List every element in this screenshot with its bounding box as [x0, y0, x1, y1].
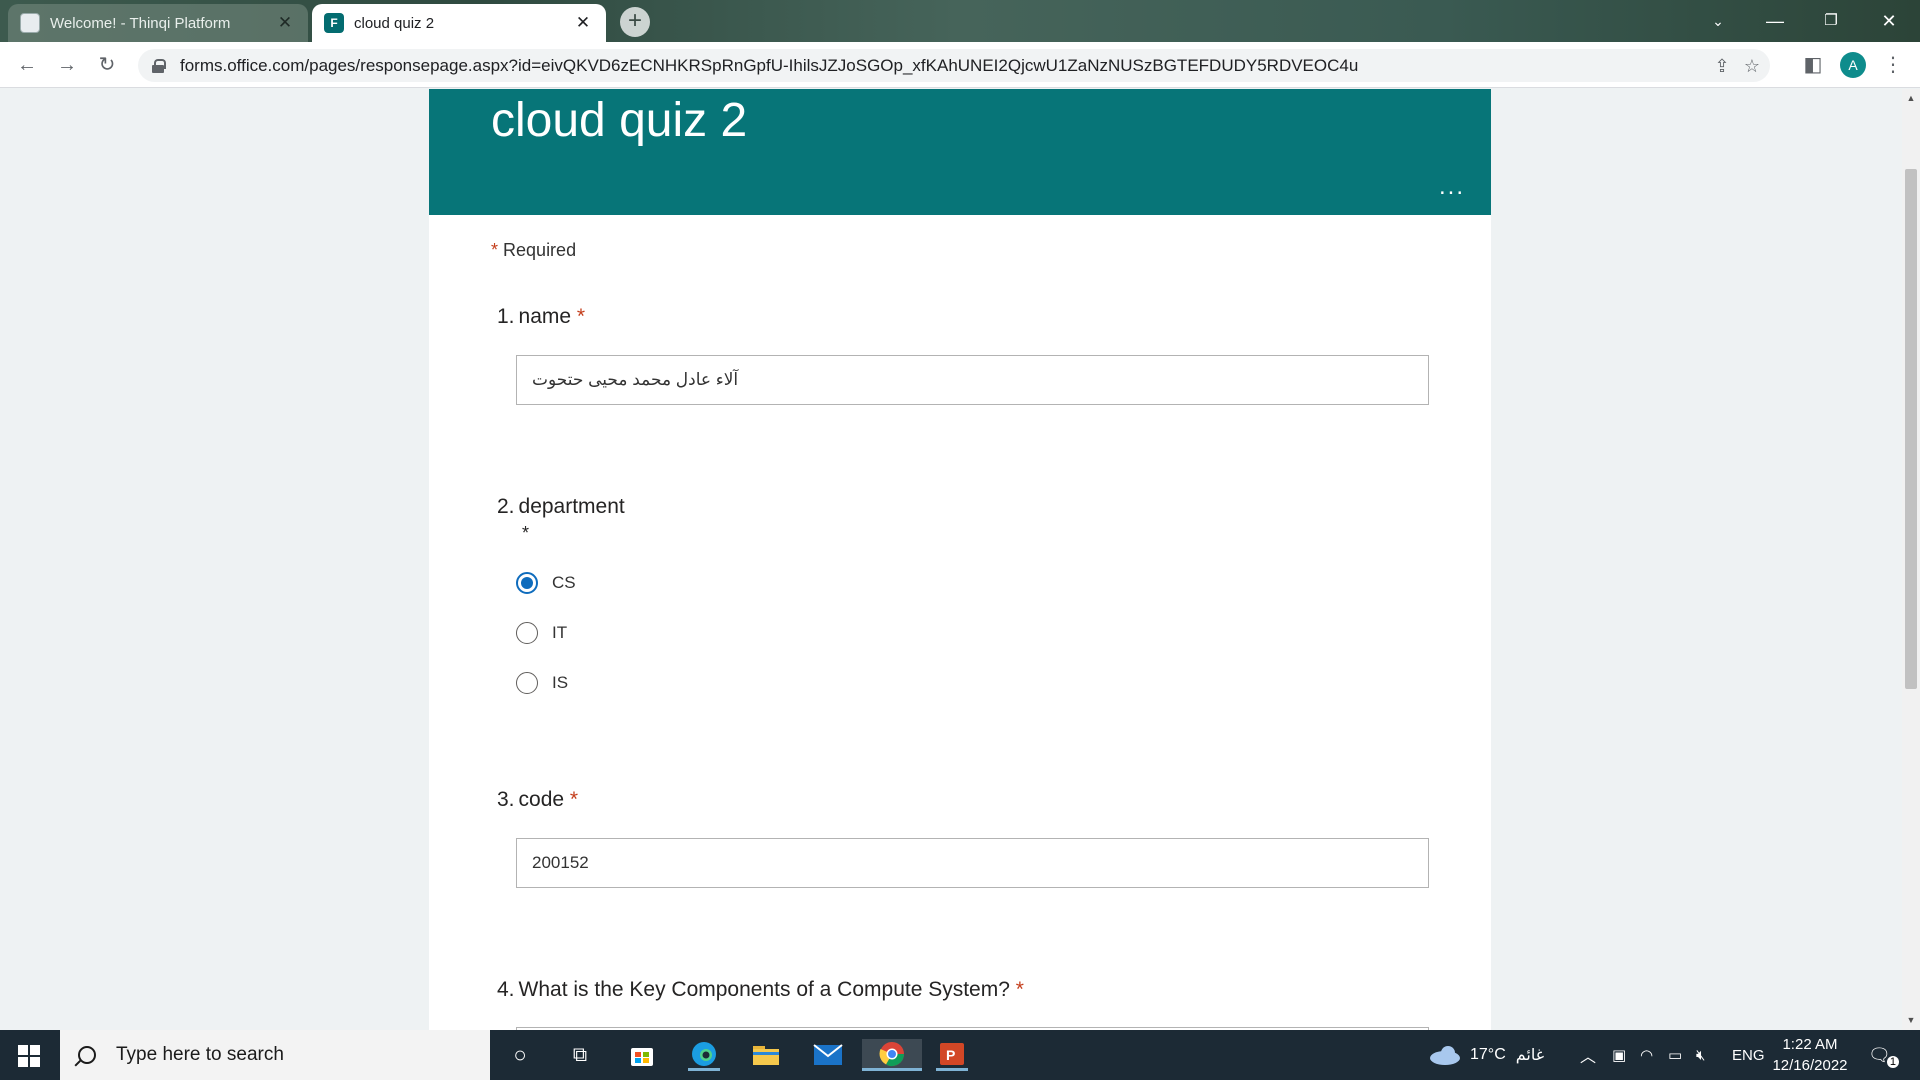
address-bar[interactable]: forms.office.com/pages/responsepage.aspx…: [138, 49, 1770, 82]
radio-button[interactable]: [516, 622, 538, 644]
forward-icon[interactable]: →: [52, 50, 82, 80]
required-star: *: [522, 523, 530, 543]
question-label: What is the Key Components of a Compute …: [518, 978, 1010, 1001]
more-options-icon[interactable]: ...: [1439, 175, 1465, 199]
forms-favicon-icon: F: [324, 13, 344, 33]
question-3-title: 3. code *: [497, 788, 579, 811]
form-title: cloud quiz 2: [491, 94, 748, 147]
question-1-title: 1. name *: [497, 305, 586, 328]
back-icon[interactable]: ←: [12, 50, 42, 80]
question-label: code: [518, 788, 565, 811]
search-icon: [78, 1046, 96, 1064]
show-hidden-icons-chevron-icon[interactable]: ︿: [1580, 1030, 1596, 1080]
task-view-icon[interactable]: ⧉: [564, 1039, 596, 1071]
required-star: *: [569, 788, 579, 811]
department-option-it[interactable]: IT: [516, 622, 567, 644]
clock-time: 1:22 AM: [1782, 1036, 1838, 1053]
close-tab-icon[interactable]: ✕: [274, 13, 296, 33]
browser-tab-strip: Welcome! - Thinqi Platform ✕ F cloud qui…: [0, 0, 1920, 42]
form-card: cloud quiz 2 ... * Required 1. name * آلا…: [429, 89, 1491, 1030]
required-star: *: [576, 305, 586, 328]
volume-muted-icon[interactable]: 🔇︎: [1696, 1030, 1705, 1080]
browser-menu-icon[interactable]: ⋮: [1878, 50, 1908, 80]
notification-count-badge: 1: [1886, 1056, 1899, 1068]
file-explorer-icon[interactable]: [750, 1039, 782, 1071]
svg-text:P: P: [946, 1047, 955, 1063]
clock[interactable]: 1:22 AM 12/16/2022: [1770, 1034, 1850, 1076]
minimize-icon[interactable]: —: [1752, 6, 1798, 36]
page-scrollbar[interactable]: ▲ ▼: [1902, 89, 1920, 1030]
scroll-thumb[interactable]: [1905, 169, 1917, 689]
reload-icon[interactable]: ↻: [92, 50, 122, 80]
scroll-up-icon[interactable]: ▲: [1906, 93, 1916, 103]
chrome-browser-icon[interactable]: [862, 1039, 922, 1071]
tab-search-chevron-icon[interactable]: ⌄: [1695, 6, 1741, 36]
new-tab-button[interactable]: +: [620, 7, 650, 37]
question-label: department: [518, 495, 625, 518]
tab-welcome-thinqi[interactable]: Welcome! - Thinqi Platform ✕: [8, 4, 308, 42]
side-panel-icon[interactable]: ◧: [1798, 50, 1828, 80]
mail-icon[interactable]: [812, 1039, 844, 1071]
wifi-icon[interactable]: ◠: [1640, 1030, 1653, 1080]
weather-widget[interactable]: 17°C غائم: [1428, 1030, 1544, 1080]
taskbar-search-box[interactable]: Type here to search: [60, 1030, 490, 1080]
lock-icon[interactable]: [152, 58, 166, 73]
code-input[interactable]: 200152: [516, 838, 1429, 888]
bookmark-star-icon[interactable]: ☆: [1742, 56, 1762, 76]
browser-toolbar: ← → ↻ forms.office.com/pages/responsepag…: [0, 42, 1920, 88]
cloud-icon: [1430, 1046, 1460, 1065]
search-placeholder: Type here to search: [116, 1044, 284, 1065]
close-window-icon[interactable]: ✕: [1866, 6, 1912, 36]
option-label: IS: [552, 673, 569, 692]
department-option-cs[interactable]: CS: [516, 572, 576, 594]
windows-taskbar: Type here to search ○ ⧉ P 17°C غائم ︿ ▣ …: [0, 1030, 1920, 1080]
battery-icon[interactable]: ▭: [1668, 1030, 1682, 1080]
weather-condition: غائم: [1515, 1047, 1545, 1064]
tab-cloud-quiz[interactable]: F cloud quiz 2 ✕: [312, 4, 606, 42]
required-note: * Required: [491, 240, 576, 261]
page-viewport: cloud quiz 2 ... * Required 1. name * آلا…: [0, 89, 1920, 1030]
url-text: forms.office.com/pages/responsepage.aspx…: [180, 55, 1359, 75]
weather-temperature: 17°C: [1470, 1046, 1506, 1063]
meet-now-icon[interactable]: ▣: [1612, 1030, 1626, 1080]
tab-title: cloud quiz 2: [354, 14, 435, 32]
edge-browser-icon[interactable]: [688, 1039, 720, 1071]
form-header: cloud quiz 2 ...: [429, 89, 1491, 215]
notification-center-icon[interactable]: 🗨︎ 1: [1868, 1030, 1899, 1080]
profile-avatar[interactable]: A: [1840, 52, 1866, 78]
department-option-is[interactable]: IS: [516, 672, 568, 694]
input-language[interactable]: ENG: [1732, 1030, 1765, 1080]
question-2-title: 2. department: [497, 495, 625, 518]
radio-button-selected[interactable]: [516, 572, 538, 594]
question-label: name: [518, 305, 572, 328]
required-star: *: [491, 240, 499, 260]
required-label: Required: [503, 240, 577, 260]
microsoft-store-icon[interactable]: [626, 1039, 658, 1071]
scroll-down-icon[interactable]: ▼: [1906, 1015, 1916, 1025]
question-4-title: 4. What is the Key Components of a Comput…: [497, 978, 1024, 1001]
restore-icon[interactable]: ❐: [1808, 6, 1854, 36]
option-label: IT: [552, 623, 568, 642]
thinqi-favicon-icon: [20, 13, 40, 33]
tab-title: Welcome! - Thinqi Platform: [50, 14, 231, 32]
required-star: *: [1015, 978, 1024, 1001]
name-input[interactable]: آلاء عادل محمد محيى حتحوت: [516, 355, 1429, 405]
cortana-icon[interactable]: ○: [504, 1039, 536, 1071]
close-tab-icon[interactable]: ✕: [572, 13, 594, 33]
powerpoint-icon[interactable]: P: [936, 1039, 968, 1071]
share-icon[interactable]: ⇪: [1712, 56, 1732, 76]
clock-date: 12/16/2022: [1772, 1057, 1848, 1074]
windows-start-icon[interactable]: [18, 1045, 40, 1067]
option-label: CS: [552, 573, 576, 592]
radio-button[interactable]: [516, 672, 538, 694]
